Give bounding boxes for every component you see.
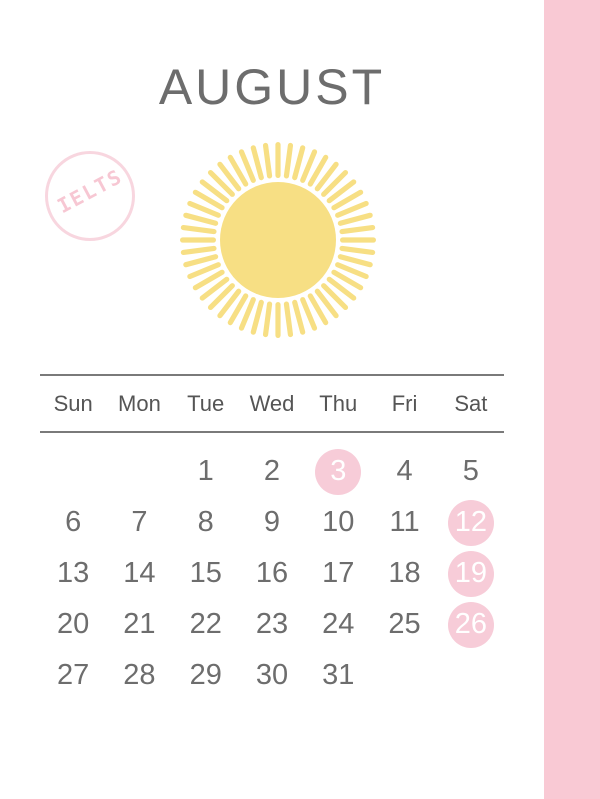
day-cell[interactable]: 7 xyxy=(106,497,172,548)
day-number[interactable]: 25 xyxy=(382,602,428,648)
day-number-highlighted[interactable]: 26 xyxy=(447,601,494,648)
day-number[interactable]: 13 xyxy=(50,551,96,597)
day-number-blank xyxy=(50,449,96,495)
weekday-header-thu: Thu xyxy=(319,390,358,416)
day-number-blank xyxy=(382,653,428,699)
day-number[interactable]: 23 xyxy=(249,602,295,648)
day-number[interactable]: 31 xyxy=(315,653,361,699)
day-number[interactable]: 6 xyxy=(50,500,96,546)
weekday-header-wed: Wed xyxy=(249,390,295,416)
day-cell[interactable]: 16 xyxy=(239,548,305,599)
day-number[interactable]: 29 xyxy=(183,653,229,699)
weekday-header-sat: Sat xyxy=(454,390,488,416)
day-cell[interactable]: 19 xyxy=(438,548,504,599)
day-number[interactable]: 1 xyxy=(183,449,229,495)
day-number[interactable]: 24 xyxy=(315,602,361,648)
day-cell[interactable]: 22 xyxy=(173,599,239,650)
day-number[interactable]: 4 xyxy=(382,449,428,495)
weekday-header-sun: Sun xyxy=(53,390,93,416)
day-cell[interactable]: 2 xyxy=(239,446,305,497)
weekday-header-row: Sun Mon Tue Wed Thu Fri Sat xyxy=(40,376,504,431)
day-number[interactable]: 22 xyxy=(183,602,229,648)
week-row: 20 21 22 23 24 25 26 xyxy=(40,599,504,650)
weekday-header-mon: Mon xyxy=(118,390,161,416)
week-row: 27 28 29 30 31 xyxy=(40,650,504,701)
day-cell[interactable]: 24 xyxy=(305,599,371,650)
day-cell[interactable]: 14 xyxy=(106,548,172,599)
day-cell[interactable]: 9 xyxy=(239,497,305,548)
day-number[interactable]: 17 xyxy=(315,551,361,597)
day-number[interactable]: 20 xyxy=(50,602,96,648)
day-cell-empty xyxy=(40,446,106,497)
day-cell[interactable]: 18 xyxy=(371,548,437,599)
week-row: 13 14 15 16 17 18 19 xyxy=(40,548,504,599)
day-cell[interactable]: 28 xyxy=(106,650,172,701)
day-cell[interactable]: 26 xyxy=(438,599,504,650)
day-cell[interactable]: 25 xyxy=(371,599,437,650)
day-number[interactable]: 7 xyxy=(116,500,162,546)
week-row: 6 7 8 9 10 11 12 xyxy=(40,497,504,548)
day-number[interactable]: 28 xyxy=(116,653,162,699)
day-cell[interactable]: 21 xyxy=(106,599,172,650)
day-cell[interactable]: 17 xyxy=(305,548,371,599)
day-number-highlighted[interactable]: 12 xyxy=(447,499,494,546)
day-number[interactable]: 27 xyxy=(50,653,96,699)
day-cell[interactable]: 5 xyxy=(438,446,504,497)
day-number-blank xyxy=(116,449,162,495)
day-cell[interactable]: 12 xyxy=(438,497,504,548)
week-rows: 1 2 3 4 5 6 7 8 9 10 11 12 13 14 15 16 17 18 19 20 21 22 23 24 2… xyxy=(40,446,504,701)
day-number[interactable]: 2 xyxy=(249,449,295,495)
page-title: AUGUST xyxy=(158,59,386,115)
day-number[interactable]: 14 xyxy=(116,551,162,597)
day-cell[interactable]: 15 xyxy=(173,548,239,599)
calendar-page: AUGUST IELTS Sun Mon Tue Wed Thu Fri Sat 12345… xyxy=(0,0,600,799)
day-number[interactable]: 5 xyxy=(448,449,494,495)
calendar-grid: Sun Mon Tue Wed Thu Fri Sat 1 2 3 4 5 6 7 8 9 10 11 12 13 1… xyxy=(40,374,504,701)
day-number[interactable]: 21 xyxy=(116,602,162,648)
day-cell-empty xyxy=(371,650,437,701)
day-cell[interactable]: 31 xyxy=(305,650,371,701)
day-cell[interactable]: 10 xyxy=(305,497,371,548)
day-number[interactable]: 30 xyxy=(249,653,295,699)
day-cell[interactable]: 6 xyxy=(40,497,106,548)
day-cell[interactable]: 8 xyxy=(173,497,239,548)
day-number-blank xyxy=(448,653,494,699)
day-cell[interactable]: 30 xyxy=(239,650,305,701)
day-number-highlighted[interactable]: 3 xyxy=(315,448,362,495)
day-cell[interactable]: 23 xyxy=(239,599,305,650)
day-cell[interactable]: 3 xyxy=(305,446,371,497)
day-number[interactable]: 10 xyxy=(315,500,361,546)
day-number-highlighted[interactable]: 19 xyxy=(447,550,494,597)
weekday-header-fri: Fri xyxy=(391,390,418,416)
day-number[interactable]: 11 xyxy=(382,500,428,546)
day-number[interactable]: 9 xyxy=(249,500,295,546)
day-number[interactable]: 16 xyxy=(249,551,295,597)
ielts-stamp: IELTS xyxy=(45,151,135,241)
right-pink-stripe xyxy=(544,0,600,799)
day-number[interactable]: 8 xyxy=(183,500,229,546)
day-cell[interactable]: 13 xyxy=(40,548,106,599)
day-cell-empty xyxy=(106,446,172,497)
day-number[interactable]: 15 xyxy=(183,551,229,597)
day-cell[interactable]: 29 xyxy=(173,650,239,701)
day-cell[interactable]: 11 xyxy=(371,497,437,548)
day-cell[interactable]: 27 xyxy=(40,650,106,701)
header-rule-bottom xyxy=(40,431,504,433)
weekday-header-tue: Tue xyxy=(187,390,225,416)
sun-icon xyxy=(178,140,378,340)
day-cell-empty xyxy=(438,650,504,701)
day-cell[interactable]: 4 xyxy=(371,446,437,497)
day-cell[interactable]: 1 xyxy=(173,446,239,497)
day-cell[interactable]: 20 xyxy=(40,599,106,650)
week-row: 12345 xyxy=(40,446,504,497)
day-number[interactable]: 18 xyxy=(382,551,428,597)
